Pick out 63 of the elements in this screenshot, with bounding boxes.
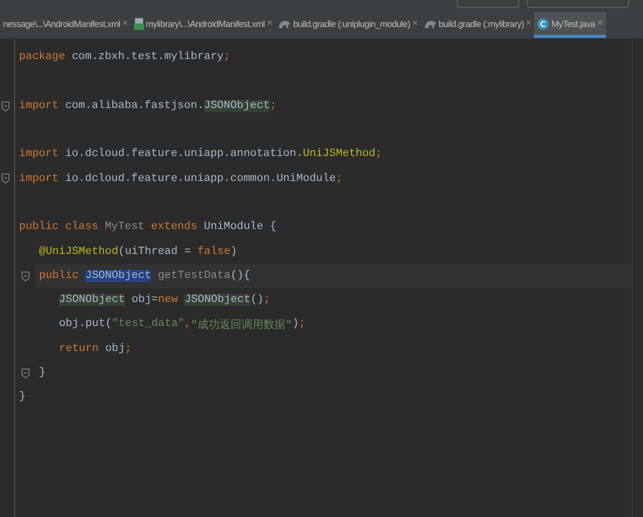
fold-marker-icon[interactable] — [21, 368, 30, 379]
code-token: UniModule { — [202, 221, 276, 234]
fold-marker-icon[interactable] — [1, 100, 10, 112]
code-token: obj — [104, 342, 126, 355]
editor-tab[interactable]: MyTest.java × — [534, 12, 606, 38]
code-token: MyTest — [104, 221, 146, 234]
close-icon[interactable]: × — [122, 18, 128, 29]
close-icon[interactable]: × — [412, 18, 418, 29]
code-token: ; — [264, 294, 270, 306]
code-token: ; — [270, 100, 276, 112]
fold-marker-icon[interactable] — [1, 173, 10, 184]
code-token: new — [158, 294, 179, 306]
code-token: "成功返回调用数据" — [191, 318, 292, 332]
code-token: io.dcloud.feature.uniapp.annotation. — [64, 148, 303, 160]
elephant-icon — [278, 18, 292, 28]
toolbar-button[interactable] — [527, 0, 629, 8]
code-token: ; — [125, 342, 132, 355]
highlighted-code-token: JSONObject — [59, 294, 126, 306]
code-token: , — [184, 318, 192, 330]
code-token: ; — [298, 318, 306, 330]
code-token: import — [19, 148, 59, 160]
code-token: ) — [230, 246, 238, 258]
editor-tab[interactable]: nessage\...\AndroidManifest.xml × — [0, 12, 131, 38]
code-token: (){ — [230, 270, 250, 282]
close-icon[interactable]: × — [597, 18, 603, 29]
code-token: ; — [336, 172, 342, 185]
toolbar-button[interactable] — [457, 0, 519, 8]
code-token: return — [59, 342, 99, 355]
editor-tab[interactable]: build.gradle (:uniplugin_module) × — [275, 12, 421, 38]
class-icon — [537, 18, 550, 30]
code-token: import — [19, 100, 59, 112]
code-token: com.zbxh.test.mylibrary — [70, 51, 224, 64]
editor-tab[interactable]: build.gradle (:mylibrary) × — [420, 12, 534, 38]
xml-file-icon — [134, 18, 144, 30]
code-token: io.dcloud.feature.uniapp.common.UniModule — [64, 172, 336, 185]
highlighted-code-token: JSONObject — [204, 100, 270, 112]
selected-code-token: JSONObject — [85, 270, 152, 282]
code-token: public — [39, 270, 80, 282]
code-token: getTestData — [156, 270, 230, 282]
code-token: com.alibaba.fastjson. — [64, 100, 204, 112]
elephant-icon — [424, 18, 437, 28]
code-token: (uiThread = — [118, 246, 192, 258]
code-token: UniJSMethod — [302, 148, 376, 160]
code-token: package — [19, 51, 66, 64]
code-token: @UniJSMethod — [39, 246, 118, 258]
editor-tab[interactable]: mylibrary\...\AndroidManifest.xml × — [130, 12, 276, 38]
highlighted-code-token: JSONObject — [184, 294, 250, 306]
code-token: obj= — [130, 294, 158, 306]
close-icon[interactable]: × — [266, 18, 272, 29]
fold-marker-icon[interactable] — [21, 270, 30, 282]
code-token: ; — [375, 148, 382, 160]
code-token: extends — [151, 221, 198, 234]
code-token: import — [19, 172, 59, 185]
code-token: obj.put( — [59, 318, 112, 330]
code-token: ) — [292, 318, 299, 330]
close-icon[interactable]: × — [526, 18, 532, 29]
code-token: "test_data" — [112, 318, 184, 330]
code-token: ; — [224, 51, 230, 64]
code-token: false — [197, 246, 230, 258]
code-token: () — [250, 294, 264, 306]
code-token: } — [39, 367, 46, 379]
code-token: } — [19, 391, 26, 404]
code-token: public class — [19, 221, 98, 234]
